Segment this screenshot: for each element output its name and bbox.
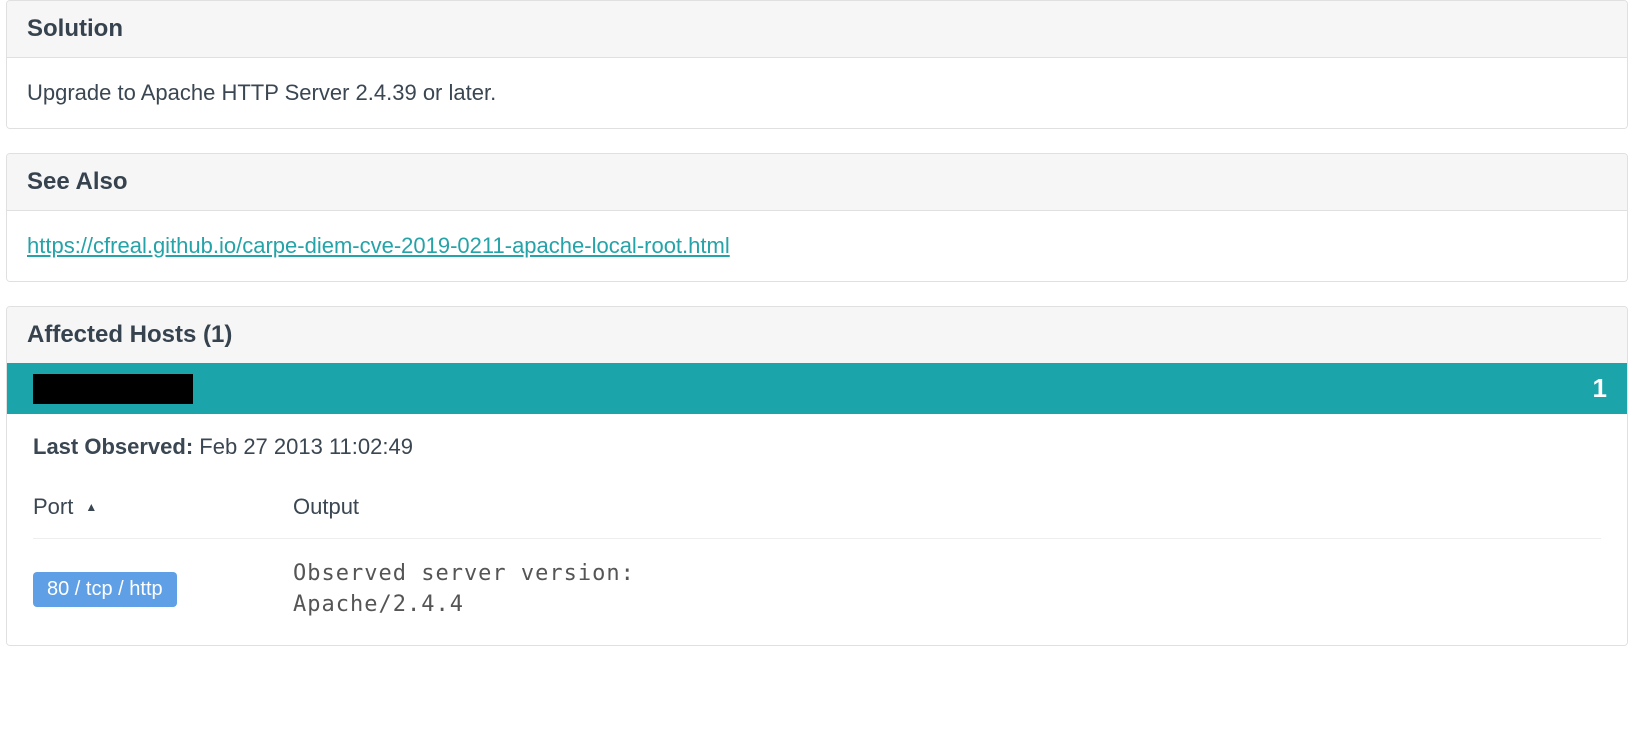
- ports-table: Port ▲ Output 80 / tcp / http Observed s…: [33, 488, 1601, 645]
- cell-output: Observed server version: Apache/2.4.4: [293, 559, 1601, 621]
- output-text: Observed server version: Apache/2.4.4: [293, 559, 1601, 621]
- column-header-port[interactable]: Port ▲: [33, 494, 293, 520]
- host-name-redacted: [33, 374, 193, 404]
- column-header-output[interactable]: Output: [293, 494, 1601, 520]
- solution-header: Solution: [7, 1, 1627, 58]
- last-observed-value: Feb 27 2013 11:02:49: [199, 434, 413, 459]
- host-count-badge: 1: [1593, 373, 1607, 404]
- affected-hosts-panel: Affected Hosts (1) 1 Last Observed: Feb …: [6, 306, 1628, 646]
- see-also-link[interactable]: https://cfreal.github.io/carpe-diem-cve-…: [27, 233, 730, 258]
- port-badge[interactable]: 80 / tcp / http: [33, 572, 177, 607]
- host-row[interactable]: 1: [7, 363, 1627, 414]
- see-also-panel: See Also https://cfreal.github.io/carpe-…: [6, 153, 1628, 282]
- affected-hosts-header: Affected Hosts (1): [7, 307, 1627, 363]
- table-header: Port ▲ Output: [33, 488, 1601, 539]
- see-also-header: See Also: [7, 154, 1627, 211]
- last-observed: Last Observed: Feb 27 2013 11:02:49: [33, 434, 1601, 460]
- solution-body: Upgrade to Apache HTTP Server 2.4.39 or …: [7, 58, 1627, 128]
- table-row: 80 / tcp / http Observed server version:…: [33, 539, 1601, 645]
- last-observed-label: Last Observed:: [33, 434, 193, 459]
- see-also-body: https://cfreal.github.io/carpe-diem-cve-…: [7, 211, 1627, 281]
- cell-port: 80 / tcp / http: [33, 559, 293, 621]
- solution-panel: Solution Upgrade to Apache HTTP Server 2…: [6, 0, 1628, 129]
- column-port-label: Port: [33, 494, 73, 520]
- sort-asc-icon: ▲: [85, 500, 97, 514]
- host-detail: Last Observed: Feb 27 2013 11:02:49 Port…: [7, 414, 1627, 645]
